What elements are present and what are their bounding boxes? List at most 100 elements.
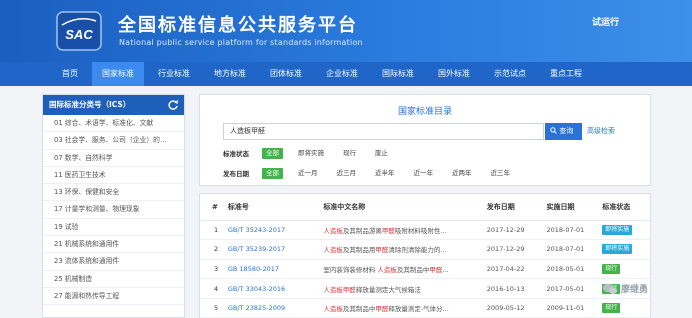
status-badge: 即将实施 [602, 244, 633, 255]
row-number: 5 [200, 298, 228, 318]
filter-chip[interactable]: 近两年 [448, 168, 476, 179]
search-input[interactable]: 人造板甲醛 [223, 123, 544, 140]
nav-item[interactable]: 地方标准 [204, 62, 256, 86]
issue-date: 2017-04-22 [486, 259, 547, 280]
filter-chip[interactable]: 即将实施 [294, 148, 328, 159]
site-title: 全国标准信息公共服务平台 [118, 15, 358, 36]
sidebar-item[interactable]: 27 能源和热传导工程 [43, 288, 184, 306]
site-subtitle: National public service platform for sta… [119, 38, 363, 47]
table-row[interactable]: 3 GB 18580-2017 室内装饰装修材料 人造板及其制品中甲醛... 2017… [200, 259, 650, 280]
date-filter-label: 发布日期 [223, 170, 249, 178]
standard-code-cell: GB/T 33043-2016 [227, 278, 324, 299]
standard-code-link[interactable]: GB/T 35239-2017 [228, 245, 285, 253]
status-cell: 现行 [602, 259, 650, 280]
filter-chip[interactable]: 近半年 [371, 168, 399, 179]
sidebar-item[interactable]: 07 数学、自然科学 [43, 150, 184, 167]
standard-code-link[interactable]: GB 18580-2017 [228, 265, 279, 273]
nav-item[interactable]: 国家标准 [92, 62, 144, 86]
nav-item[interactable]: 企业标准 [316, 62, 368, 86]
main-nav: 首页 国家标准 行业标准 地方标准 团体标准 企业标准 国际标准 国外标准 示范试点 重点工程 [0, 62, 692, 86]
sidebar-title: 国际标准分类号（ICS） [43, 95, 184, 115]
standard-name[interactable]: 人造板及其制品用甲醛清除剂清除能力的... [323, 239, 487, 260]
sidebar-item[interactable]: 13 环保、保健和安全 [43, 184, 184, 202]
column-header: 实施日期 [546, 194, 603, 221]
standard-code-cell: GB/T 23825-2009 [227, 298, 324, 318]
name-segment: 室内装饰装修材料 [323, 265, 378, 274]
keyword-highlight: 甲醛 [381, 226, 395, 235]
row-number: 3 [200, 259, 228, 280]
nav-item[interactable]: 首页 [52, 62, 88, 86]
advanced-search-link[interactable]: 高级检索 [587, 126, 615, 136]
standard-code-cell: GB/T 35239-2017 [227, 239, 324, 260]
sidebar-list: 01 综合、术语学、标准化、文献 03 社会学、服务、公司（企业）的... 07 数… [43, 115, 184, 306]
sac-logo[interactable]: SAC [56, 11, 102, 51]
standard-code-link[interactable]: GB/T 23825-2009 [228, 304, 285, 312]
keyword-highlight: 甲醛 [342, 285, 356, 294]
sidebar-item[interactable]: 19 试验 [43, 219, 184, 237]
table-row[interactable]: 1 GB/T 35243-2017 人造板及其制品游离甲醛吸附材料吸附性... 201… [200, 220, 650, 241]
filter-chip[interactable]: 近三月 [333, 168, 361, 179]
filter-chip[interactable]: 全部 [262, 167, 283, 179]
svg-text:SAC: SAC [65, 27, 93, 42]
site-header: SAC 全国标准信息公共服务平台 National public service… [0, 0, 692, 62]
wechat-icon [602, 283, 618, 294]
issue-date: 2009-05-12 [486, 298, 547, 318]
watermark: 廖继勇 [602, 282, 648, 295]
standard-name[interactable]: 人造板及其制品中甲醛释放量测定-气体分... [323, 298, 487, 318]
nav-item[interactable]: 国际标准 [372, 62, 424, 86]
filter-chip[interactable]: 近一月 [294, 168, 322, 179]
nav-item[interactable]: 重点工程 [540, 62, 592, 86]
nav-item[interactable]: 团体标准 [260, 62, 312, 86]
status-filter-label: 标准状态 [223, 150, 249, 158]
keyword-highlight: 甲醛 [375, 305, 389, 314]
standard-code-link[interactable]: GB/T 33043-2016 [228, 285, 285, 293]
nav-item[interactable]: 行业标准 [148, 62, 200, 86]
standard-name[interactable]: 室内装饰装修材料 人造板及其制品中甲醛... [323, 259, 487, 280]
column-header: 发布日期 [486, 194, 547, 221]
sidebar-item[interactable]: 17 计量学和测量、物理现象 [43, 201, 184, 219]
keyword-highlight: 人造板 [323, 285, 343, 294]
standard-code-link[interactable]: GB/T 35243-2017 [228, 226, 285, 234]
filter-chip[interactable]: 废止 [371, 148, 392, 159]
standard-name[interactable]: 人造板及其制品游离甲醛吸附材料吸附性... [323, 220, 487, 241]
sidebar-item[interactable]: 23 流体系统和通用件 [43, 253, 184, 271]
effective-date: 2017-05-01 [546, 278, 603, 299]
sidebar-item[interactable]: 03 社会学、服务、公司（企业）的... [43, 132, 184, 150]
keyword-highlight: 人造板 [323, 305, 343, 314]
nav-item[interactable]: 国外标准 [428, 62, 480, 86]
results-table: # 标准号 标准中文名称 发布日期 实施日期 标准状态 1 GB/T 35243-2017 人… [200, 194, 650, 318]
filter-chip[interactable]: 现行 [339, 148, 360, 159]
refresh-icon[interactable] [167, 99, 179, 111]
table-row[interactable]: 4 GB/T 33043-2016 人造板甲醛释放量测定大气候箱法 2016-10-1… [200, 278, 650, 299]
filter-chip[interactable]: 全部 [262, 147, 283, 159]
sidebar-item[interactable]: 21 机械系统和通用件 [43, 236, 184, 254]
filter-chip[interactable]: 近一年 [410, 168, 438, 179]
keyword-highlight: 人造板 [323, 246, 343, 255]
table-row[interactable]: 2 GB/T 35239-2017 人造板及其制品用甲醛清除剂清除能力的... 201… [200, 239, 650, 260]
search-panel: 国家标准目录 人造板甲醛 查询 高级检索 标准状态 全部 即将实施 现行 废止 发布日… [199, 94, 651, 186]
search-button[interactable]: 查询 [545, 123, 582, 140]
sidebar-item[interactable]: 01 综合、术语学、标准化、文献 [43, 115, 184, 133]
results-table-panel: # 标准号 标准中文名称 发布日期 实施日期 标准状态 1 GB/T 35243-2017 人… [199, 193, 651, 318]
date-filter-row: 发布日期 全部 近一月 近三月 近半年 近一年 近两年 近三年 [223, 167, 525, 179]
trial-label: 试运行 [592, 18, 620, 28]
name-segment: 及其制品中 [396, 265, 430, 274]
filter-chip[interactable]: 近三年 [487, 168, 515, 179]
sidebar-item[interactable]: 25 机械制造 [43, 271, 184, 288]
nav-item[interactable]: 示范试点 [484, 62, 536, 86]
column-header: 标准中文名称 [323, 194, 487, 221]
effective-date: 2018-07-01 [546, 220, 603, 241]
column-header: 标准号 [227, 194, 324, 221]
ics-sidebar: 国际标准分类号（ICS） 01 综合、术语学、标准化、文献 03 社会学、服务、公… [42, 94, 185, 318]
name-segment: 释放量测定大气候箱法 [355, 285, 421, 294]
status-cell: 现行 [602, 298, 650, 318]
sidebar-item[interactable]: 11 医药卫生技术 [43, 167, 184, 185]
name-segment: 及其制品用 [342, 246, 376, 255]
keyword-highlight: 甲醛 [375, 246, 389, 255]
standard-name[interactable]: 人造板甲醛释放量测定大气候箱法 [323, 278, 487, 299]
status-badge: 现行 [602, 263, 621, 274]
name-segment: 清除剂清除能力的... [388, 246, 447, 255]
table-row[interactable]: 5 GB/T 23825-2009 人造板及其制品中甲醛释放量测定-气体分... 20… [200, 298, 650, 318]
table-header-row: # 标准号 标准中文名称 发布日期 实施日期 标准状态 [200, 194, 650, 221]
name-segment: 吸附材料吸附性... [394, 226, 447, 235]
